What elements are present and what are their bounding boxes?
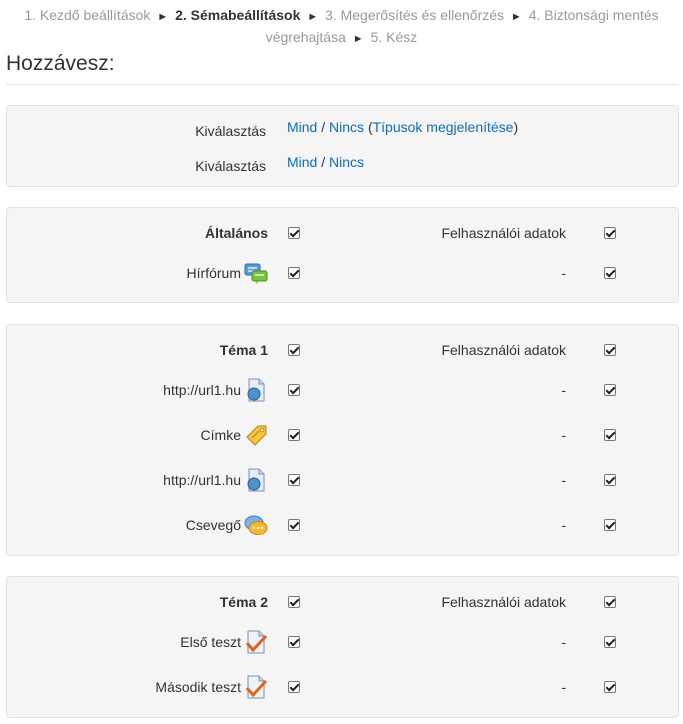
- select-all-link[interactable]: Mind: [287, 119, 317, 135]
- activity-row: Első teszt -: [7, 630, 678, 654]
- label-icon: [246, 425, 267, 446]
- include-checkbox[interactable]: [288, 267, 300, 279]
- select-links-row: Mind / Nincs: [287, 152, 364, 172]
- progress-steps: 1. Kezdő beállítások ► 2. Sémabeállításo…: [0, 5, 683, 49]
- include-checkbox[interactable]: [288, 519, 300, 531]
- include-checkbox[interactable]: [288, 344, 300, 356]
- step-arrow-icon: ►: [157, 11, 169, 23]
- quiz-icon: [245, 675, 268, 699]
- userdata-checkbox[interactable]: [603, 344, 616, 356]
- activity-label: http://url1.hu: [163, 472, 241, 488]
- userdata-label: -: [561, 679, 566, 695]
- section-title: Általános: [204, 225, 268, 241]
- userdata-checkbox[interactable]: [603, 681, 616, 693]
- section-topic-1: Téma 1 Felhasználói adatok http://url1.h…: [6, 324, 679, 556]
- section-header-row: Téma 1 Felhasználói adatok: [7, 338, 678, 362]
- step-arrow-icon: ►: [352, 33, 364, 45]
- step-initial-settings: 1. Kezdő beállítások: [24, 7, 151, 23]
- userdata-label: Felhasználói adatok: [441, 342, 566, 358]
- title-divider: [6, 84, 677, 85]
- userdata-checkbox[interactable]: [603, 474, 616, 486]
- userdata-label: Felhasználói adatok: [441, 225, 566, 241]
- section-general: Általános Felhasználói adatok Hírfórum -: [6, 207, 679, 303]
- section-title: Téma 2: [219, 594, 268, 610]
- url-icon: [247, 468, 265, 492]
- userdata-label: -: [561, 472, 566, 488]
- activity-label: Második teszt: [155, 679, 241, 695]
- select-all-link[interactable]: Mind: [287, 154, 317, 170]
- separator: /: [321, 119, 326, 135]
- quiz-icon: [245, 630, 268, 654]
- activity-row: Csevegő -: [7, 513, 678, 537]
- include-checkbox[interactable]: [288, 227, 300, 239]
- selector-panel: Kiválasztás Mind / Nincs (Típusok megjel…: [6, 105, 679, 187]
- activity-row: Címke -: [7, 423, 678, 447]
- include-checkbox[interactable]: [288, 681, 300, 693]
- activity-row: Második teszt -: [7, 675, 678, 699]
- page-title: Hozzávesz:: [6, 52, 115, 75]
- section-header-row: Téma 2 Felhasználói adatok: [7, 590, 678, 614]
- userdata-label: -: [561, 427, 566, 443]
- step-arrow-icon: ►: [510, 11, 522, 23]
- forum-icon: [244, 263, 268, 284]
- separator: /: [321, 154, 326, 170]
- step-schema-settings: 2. Sémabeállítások: [175, 7, 301, 23]
- select-none-link[interactable]: Nincs: [329, 119, 364, 135]
- activity-row: Hírfórum -: [7, 261, 678, 285]
- userdata-checkbox[interactable]: [603, 519, 616, 531]
- userdata-checkbox[interactable]: [603, 636, 616, 648]
- step-arrow-icon: ►: [307, 11, 319, 23]
- include-checkbox[interactable]: [288, 636, 300, 648]
- section-header-row: Általános Felhasználói adatok: [7, 221, 678, 245]
- activity-label: Csevegő: [185, 517, 241, 533]
- step-done: 5. Kész: [370, 29, 418, 45]
- userdata-label: -: [561, 382, 566, 398]
- activity-label: Első teszt: [180, 634, 241, 650]
- url-icon: [247, 378, 265, 402]
- activity-row: http://url1.hu -: [7, 468, 678, 492]
- select-links-row: Mind / Nincs (Típusok megjelenítése): [287, 119, 519, 135]
- include-checkbox[interactable]: [288, 596, 300, 608]
- select-label: Kiválasztás: [195, 123, 266, 139]
- userdata-checkbox[interactable]: [603, 227, 616, 239]
- activity-label: http://url1.hu: [163, 382, 241, 398]
- chat-icon: [244, 515, 268, 536]
- activity-row: http://url1.hu -: [7, 378, 678, 402]
- userdata-checkbox[interactable]: [603, 384, 616, 396]
- userdata-label: -: [561, 634, 566, 650]
- userdata-checkbox[interactable]: [603, 596, 616, 608]
- step-confirmation: 3. Megerősítés és ellenőrzés: [325, 7, 505, 23]
- include-checkbox[interactable]: [288, 384, 300, 396]
- select-label: Kiválasztás: [195, 158, 266, 174]
- activity-label: Hírfórum: [186, 265, 241, 281]
- show-types-link[interactable]: Típusok megjelenítése: [373, 119, 514, 135]
- userdata-label: Felhasználói adatok: [441, 594, 566, 610]
- userdata-label: -: [561, 265, 566, 281]
- section-title: Téma 1: [219, 342, 268, 358]
- userdata-checkbox[interactable]: [603, 429, 616, 441]
- userdata-checkbox[interactable]: [603, 267, 616, 279]
- include-checkbox[interactable]: [288, 429, 300, 441]
- select-none-link[interactable]: Nincs: [329, 154, 364, 170]
- include-checkbox[interactable]: [288, 474, 300, 486]
- userdata-label: -: [561, 517, 566, 533]
- section-topic-2: Téma 2 Felhasználói adatok Első teszt - …: [6, 576, 679, 718]
- activity-label: Címke: [200, 427, 241, 443]
